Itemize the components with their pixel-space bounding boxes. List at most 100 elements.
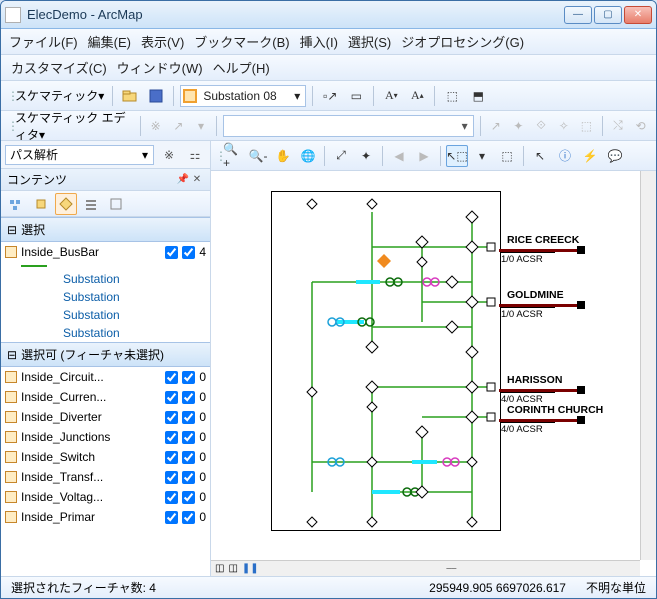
toc-tree[interactable]: ⊟ 選択 Inside_BusBar 4 Substation Substati…: [1, 217, 210, 576]
full-extent-icon[interactable]: 🌐: [297, 145, 319, 167]
maximize-button[interactable]: ▢: [594, 6, 622, 24]
ed-b5[interactable]: ⬚: [577, 115, 596, 137]
menu-edit[interactable]: 編集(E): [88, 32, 131, 51]
collapse-icon[interactable]: ⊟: [7, 223, 17, 237]
zoom-in-icon[interactable]: 🔍+: [222, 145, 244, 167]
clear-sel-icon[interactable]: ⬚: [496, 145, 518, 167]
save-diagram-icon[interactable]: [145, 85, 167, 107]
sel-checkbox[interactable]: [182, 471, 195, 484]
menu-view[interactable]: 表示(V): [141, 32, 184, 51]
layer-item[interactable]: Inside_Primar0: [1, 507, 210, 527]
layer-item[interactable]: Inside_Circuit...0: [1, 367, 210, 387]
tool-2[interactable]: ▭: [345, 85, 367, 107]
ed-b1[interactable]: ↗: [486, 115, 505, 137]
ed-c1[interactable]: ⤭: [609, 115, 628, 137]
layer-dropdown[interactable]: Substation 08 ▾: [180, 85, 306, 107]
scroll-thumb[interactable]: ⎯⎯: [263, 563, 640, 574]
layer-item[interactable]: Inside_Diverter0: [1, 407, 210, 427]
ed-b2[interactable]: ✦: [509, 115, 528, 137]
toc-close-icon[interactable]: ✕: [190, 174, 204, 185]
layer-busbar[interactable]: Inside_BusBar 4: [1, 242, 210, 262]
sel-checkbox[interactable]: [182, 491, 195, 504]
zoom-step-in[interactable]: ⤢: [330, 145, 352, 167]
font-size-up[interactable]: A▴: [406, 85, 428, 107]
tool-4[interactable]: ⬒: [467, 85, 489, 107]
vis-checkbox[interactable]: [165, 391, 178, 404]
menu-help[interactable]: ヘルプ(H): [213, 58, 270, 77]
sel-checkbox[interactable]: [182, 431, 195, 444]
sel-checkbox[interactable]: [182, 246, 195, 259]
map-canvas[interactable]: RICE CREECK1/0 ACSRGOLDMINE1/0 ACSRHARIS…: [211, 181, 640, 560]
menu-file[interactable]: ファイル(F): [9, 32, 78, 51]
path-btn-2[interactable]: ⚏: [184, 144, 206, 166]
pan-icon[interactable]: ✋: [272, 145, 294, 167]
map-view[interactable]: RICE CREECK1/0 ACSRGOLDMINE1/0 ACSRHARIS…: [211, 171, 656, 576]
bottom-btn-1[interactable]: ◫: [215, 563, 224, 574]
substation-link[interactable]: Substation: [1, 306, 210, 324]
open-diagram-icon[interactable]: [119, 85, 141, 107]
ed-c2[interactable]: ⟲: [631, 115, 650, 137]
sel-checkbox[interactable]: [182, 511, 195, 524]
vis-checkbox[interactable]: [165, 246, 178, 259]
vis-checkbox[interactable]: [165, 411, 178, 424]
vertical-scrollbar[interactable]: [640, 171, 656, 560]
menu-insert[interactable]: 挿入(I): [300, 32, 338, 51]
zoom-out-icon[interactable]: 🔍-: [247, 145, 269, 167]
toc-view-5[interactable]: [105, 193, 127, 215]
close-button[interactable]: ✕: [624, 6, 652, 24]
sel-checkbox[interactable]: [182, 411, 195, 424]
menu-window[interactable]: ウィンドウ(W): [117, 58, 203, 77]
sel-checkbox[interactable]: [182, 451, 195, 464]
path-combo[interactable]: パス解析 ▾: [5, 145, 154, 165]
menu-selection[interactable]: 選択(S): [348, 32, 391, 51]
toc-view-4[interactable]: [80, 193, 102, 215]
horizontal-scrollbar[interactable]: ◫ ◫ ❚❚ ⎯⎯: [211, 560, 640, 576]
vis-checkbox[interactable]: [165, 371, 178, 384]
forward-icon[interactable]: ▶: [413, 145, 435, 167]
editor-menu[interactable]: スケマティック エディタ▾: [15, 109, 132, 143]
schematic-menu[interactable]: スケマティック▾: [15, 87, 104, 104]
select-dd[interactable]: ▾: [471, 145, 493, 167]
editor-combo[interactable]: ▾: [223, 115, 473, 137]
hyperlink-icon[interactable]: ⚡: [579, 145, 601, 167]
layer-item[interactable]: Inside_Transf...0: [1, 467, 210, 487]
substation-link[interactable]: Substation: [1, 270, 210, 288]
popup-icon[interactable]: 💬: [604, 145, 626, 167]
select-icon[interactable]: ↖⬚: [446, 145, 468, 167]
zoom-step-out[interactable]: ✦: [355, 145, 377, 167]
collapse-icon[interactable]: ⊟: [7, 348, 17, 362]
toc-view-1[interactable]: [5, 193, 27, 215]
ed-2[interactable]: ↗: [169, 115, 188, 137]
selection-group[interactable]: ⊟ 選択: [1, 217, 210, 242]
ed-b4[interactable]: ✧: [554, 115, 573, 137]
tool-1[interactable]: ▫↗: [319, 85, 341, 107]
identify-icon[interactable]: ⓘ: [554, 145, 576, 167]
bottom-btn-3[interactable]: ❚❚: [242, 563, 259, 574]
menu-customize[interactable]: カスタマイズ(C): [11, 58, 107, 77]
menu-geoprocessing[interactable]: ジオプロセシング(G): [401, 32, 524, 51]
sel-checkbox[interactable]: [182, 391, 195, 404]
pin-icon[interactable]: 📌: [176, 174, 190, 185]
vis-checkbox[interactable]: [165, 511, 178, 524]
tool-3[interactable]: ⬚: [441, 85, 463, 107]
back-icon[interactable]: ◀: [388, 145, 410, 167]
substation-link[interactable]: Substation: [1, 288, 210, 306]
path-btn-1[interactable]: ※: [158, 144, 180, 166]
substation-link[interactable]: Substation: [1, 324, 210, 342]
font-size-down[interactable]: A▾: [380, 85, 402, 107]
layer-item[interactable]: Inside_Curren...0: [1, 387, 210, 407]
bottom-btn-2[interactable]: ◫: [228, 563, 237, 574]
vis-checkbox[interactable]: [165, 451, 178, 464]
vis-checkbox[interactable]: [165, 491, 178, 504]
selectable-group[interactable]: ⊟ 選択可 (フィーチャ未選択): [1, 342, 210, 367]
toc-view-3[interactable]: [55, 193, 77, 215]
ed-3[interactable]: ▾: [192, 115, 211, 137]
minimize-button[interactable]: —: [564, 6, 592, 24]
menu-bookmarks[interactable]: ブックマーク(B): [194, 32, 289, 51]
ed-b3[interactable]: ⟐: [532, 115, 551, 137]
sel-checkbox[interactable]: [182, 371, 195, 384]
layer-item[interactable]: Inside_Switch0: [1, 447, 210, 467]
vis-checkbox[interactable]: [165, 471, 178, 484]
layer-item[interactable]: Inside_Voltag...0: [1, 487, 210, 507]
ed-1[interactable]: ※: [146, 115, 165, 137]
